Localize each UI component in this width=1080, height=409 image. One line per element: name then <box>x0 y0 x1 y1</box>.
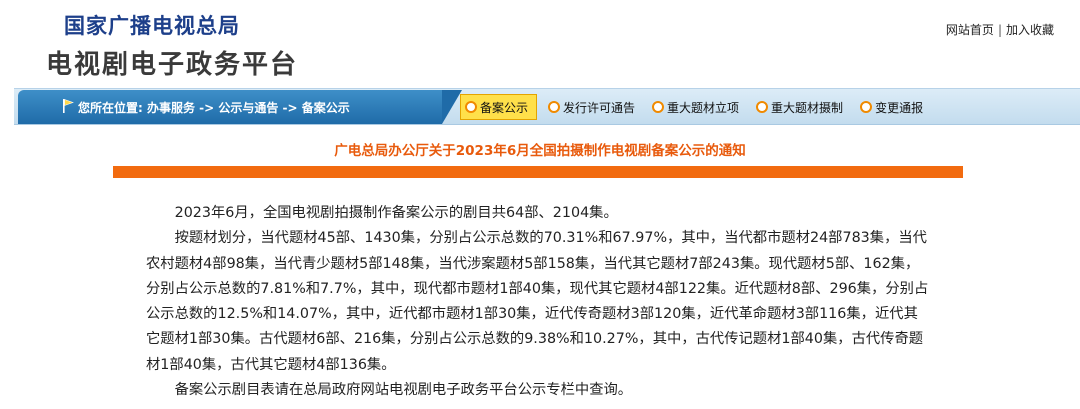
tab-label: 变更通报 <box>875 100 924 115</box>
link-separator: | <box>997 23 1002 37</box>
flag-icon <box>63 99 74 113</box>
breadcrumb-text: 您所在位置: 办事服务 -> 公示与通告 -> 备案公示 <box>78 101 350 115</box>
circle-bullet-icon <box>548 101 561 113</box>
tab-bar: 备案公示 发行许可通告 重大题材立项 重大题材摄制 变更通报 <box>460 93 937 121</box>
tab-label: 备案公示 <box>480 100 529 115</box>
breadcrumb: 您所在位置: 办事服务 -> 公示与通告 -> 备案公示 <box>18 90 462 124</box>
notice-paragraph: 按题材划分，当代题材45部、1430集，分别占公示总数的70.31%和67.97… <box>146 230 929 373</box>
add-favorite-link[interactable]: 加入收藏 <box>1006 21 1054 38</box>
circle-bullet-icon <box>756 101 769 113</box>
home-link[interactable]: 网站首页 <box>946 21 994 38</box>
tab-distribution-license[interactable]: 发行许可通告 <box>545 95 641 119</box>
circle-bullet-icon <box>860 101 873 113</box>
tab-label: 重大题材摄制 <box>771 100 844 115</box>
org-name: 国家广播电视总局 <box>64 14 240 38</box>
tab-label: 重大题材立项 <box>667 100 740 115</box>
platform-name: 电视剧电子政务平台 <box>46 50 299 80</box>
circle-bullet-icon <box>465 101 477 113</box>
notice-title: 广电总局办公厅关于2023年6月全国拍摄制作电视剧备案公示的通知 <box>334 143 746 159</box>
title-divider <box>113 166 963 178</box>
notice-body: 2023年6月，全国电视剧拍摄制作备案公示的剧目共64部、2104集。 按题材划… <box>146 201 932 403</box>
tab-major-topic-approval[interactable]: 重大题材立项 <box>649 95 745 119</box>
tab-change-report[interactable]: 变更通报 <box>857 95 929 119</box>
site-header: 国家广播电视总局 电视剧电子政务平台 网站首页 | 加入收藏 <box>0 0 1080 88</box>
tab-major-topic-production[interactable]: 重大题材摄制 <box>753 95 849 119</box>
navbar: 您所在位置: 办事服务 -> 公示与通告 -> 备案公示 备案公示 发行许可通告… <box>14 88 1080 125</box>
top-links: 网站首页 | 加入收藏 <box>946 21 1054 38</box>
circle-bullet-icon <box>652 101 665 113</box>
tab-filing-notice[interactable]: 备案公示 <box>460 94 538 120</box>
notice-paragraph: 2023年6月，全国电视剧拍摄制作备案公示的剧目共64部、2104集。 <box>174 205 618 221</box>
notice-paragraph: 备案公示剧目表请在总局政府网站电视剧电子政务平台公示专栏中查询。 <box>174 382 633 399</box>
tab-label: 发行许可通告 <box>563 100 636 115</box>
